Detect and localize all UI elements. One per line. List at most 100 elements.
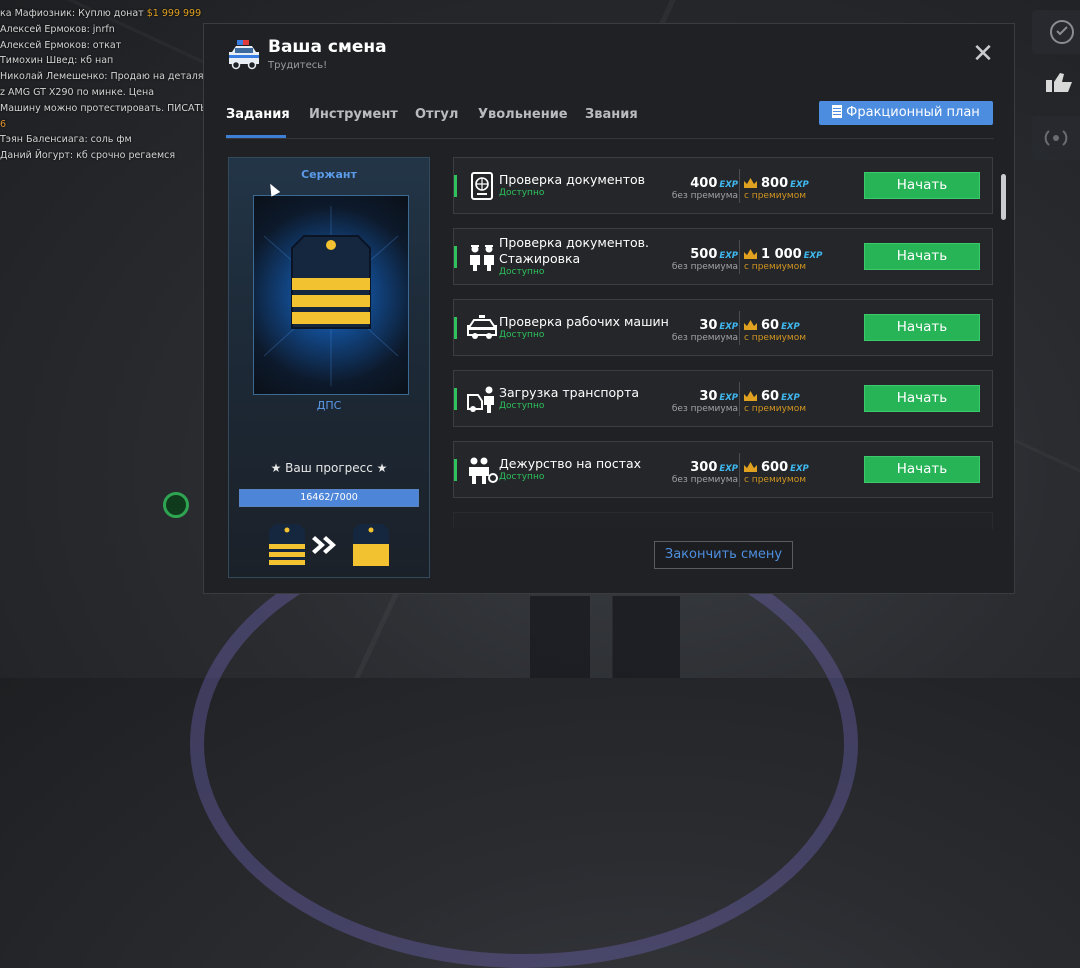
reward-base-value: 300: [690, 460, 718, 475]
reward-divider: [739, 453, 740, 487]
reward-base-note: без премиума: [671, 475, 738, 485]
rank-title: Сержант: [301, 168, 357, 181]
current-rank-icon: [269, 524, 305, 566]
reward-premium-value: 60: [761, 389, 780, 404]
chat-message: z AMG GT X290 по минке. Цена: [0, 86, 155, 98]
reward-premium-note: с премиумом: [744, 404, 806, 414]
exp-tag: EXP: [719, 393, 738, 403]
modal-subtitle: Трудитесь!: [268, 60, 328, 71]
chat-message: Машину можно протестировать. ПИСАТЬ: [0, 102, 205, 114]
chat-line: z AMG GT X290 по минке. Цена: [0, 85, 205, 101]
task-list: Проверка документов Доступно 400 EXP без пре…: [453, 157, 993, 529]
reward-base-value: 400: [690, 176, 718, 191]
progress-text: 16462/7000: [300, 492, 358, 503]
reward-premium-note: с премиумом: [744, 191, 806, 201]
active-tab-underline: [226, 135, 286, 138]
police-car-icon: [466, 312, 498, 344]
next-rank-icon: [353, 524, 389, 566]
task-row: Проверка документов Доступно 400 EXP без пре…: [453, 157, 993, 214]
modal-header: Ваша смена Трудитесь! ✕: [204, 24, 1014, 94]
task-status: Доступно: [499, 472, 545, 482]
heart-icon[interactable]: [1032, 10, 1080, 54]
start-task-button[interactable]: Начать: [864, 385, 980, 412]
tab-tasks[interactable]: Задания: [226, 107, 290, 122]
start-task-button[interactable]: Начать: [864, 456, 980, 483]
task-list-scrollbar[interactable]: [1001, 174, 1006, 220]
chat-line: Алексей Ермоков: откат: [0, 38, 205, 54]
chat-line: Алексей Ермоков: jnrfn: [0, 22, 205, 38]
tab-day-off[interactable]: Отгул: [415, 107, 458, 122]
patrol-post-icon: [466, 454, 498, 486]
tab-tools[interactable]: Инструмент: [309, 107, 398, 122]
progress-label: ★ Ваш прогресс ★: [270, 461, 388, 475]
start-task-button[interactable]: Начать: [864, 172, 980, 199]
like-icon[interactable]: [1032, 62, 1080, 106]
task-status: Доступно: [499, 267, 545, 277]
crown-icon: [744, 391, 757, 401]
reward-premium: 800 EXP: [744, 172, 809, 191]
chat-line: Машину можно протестировать. ПИСАТЬ: [0, 101, 205, 117]
rank-card: [253, 195, 409, 395]
task-name: Дежурство на постах: [499, 456, 642, 471]
reward-base-note: без премиума: [671, 404, 738, 414]
task-name: Проверка рабочих машин: [499, 314, 669, 329]
reward-premium: 1 000 EXP: [744, 243, 822, 262]
rank-panel: Сержант ДПС ★ Ваш прогресс ★ 16462/7000: [228, 157, 430, 578]
player-character: [530, 596, 680, 678]
exp-tag: EXP: [719, 322, 738, 332]
task-available-marker: [454, 175, 457, 197]
crown-icon: [744, 320, 757, 330]
exp-tag: EXP: [719, 464, 738, 474]
reward-premium-value: 800: [761, 176, 789, 191]
task-name: Загрузка транспорта: [499, 385, 640, 400]
tow-officer-icon: [466, 383, 498, 415]
reward-premium: 60 EXP: [744, 314, 800, 333]
tab-dismissal[interactable]: Увольнение: [478, 107, 568, 122]
task-row: Загрузка транспорта Доступно 30 EXP без прем…: [453, 370, 993, 427]
department-label: ДПС: [316, 399, 342, 412]
task-name: Проверка документов. Стажировка: [499, 235, 649, 266]
reward-base-note: без премиума: [671, 191, 738, 201]
start-task-button[interactable]: Начать: [864, 314, 980, 341]
task-row: [453, 512, 993, 529]
radio-icon[interactable]: [1032, 116, 1080, 160]
task-row: Проверка рабочих машин Доступно 30 EXP без п…: [453, 299, 993, 356]
reward-divider: [739, 169, 740, 203]
police-car-icon: [226, 38, 262, 72]
tab-ranks[interactable]: Звания: [585, 107, 638, 122]
reward-divider: [739, 240, 740, 274]
reward-base-note: без премиума: [671, 262, 738, 272]
reward-divider: [739, 311, 740, 345]
task-available-marker: [454, 459, 457, 481]
chat-money: $1 999 999: [146, 8, 202, 19]
task-available-marker: [454, 317, 457, 339]
start-task-button[interactable]: Начать: [864, 243, 980, 270]
reward-premium-value: 600: [761, 460, 789, 475]
modal-title: Ваша смена: [268, 37, 387, 57]
chat-message: Николай Лемешенко: Продаю на деталях: [0, 71, 205, 83]
reward-base-value: 30: [699, 389, 718, 404]
arrow-right-icon: [312, 536, 336, 554]
chat-line: Николай Лемешенко: Продаю на деталях: [0, 69, 205, 85]
task-status: Доступно: [499, 188, 545, 198]
end-shift-button[interactable]: Закончить смену: [654, 541, 793, 569]
task-name: Проверка документов: [499, 172, 645, 187]
chat-line: Даний Йогурт: кб срочно регаемся: [0, 148, 205, 164]
reward-base: 500 EXP: [659, 243, 738, 262]
faction-plan-button[interactable]: Фракционный план: [819, 101, 993, 125]
chat-message: Алексей Ермоков: jnrfn: [0, 23, 115, 35]
shift-modal: Ваша смена Трудитесь! ✕ Задания Инструме…: [203, 23, 1015, 594]
close-icon[interactable]: ✕: [972, 41, 994, 67]
task-row: Дежурство на постах Доступно 300 EXP без пре…: [453, 441, 993, 498]
reward-base: 30 EXP: [659, 314, 738, 333]
exp-tag: EXP: [781, 322, 800, 332]
reward-base: 30 EXP: [659, 385, 738, 404]
reward-base: 300 EXP: [659, 456, 738, 475]
task-status: Доступно: [499, 401, 545, 411]
reward-premium-note: с премиумом: [744, 262, 806, 272]
task-available-marker: [454, 388, 457, 410]
reward-base-value: 30: [699, 318, 718, 333]
progress-bar: 16462/7000: [239, 489, 419, 507]
task-row: Проверка документов. Стажировка Доступно 5…: [453, 228, 993, 285]
chat-message: Алексей Ермоков: откат: [0, 39, 122, 51]
